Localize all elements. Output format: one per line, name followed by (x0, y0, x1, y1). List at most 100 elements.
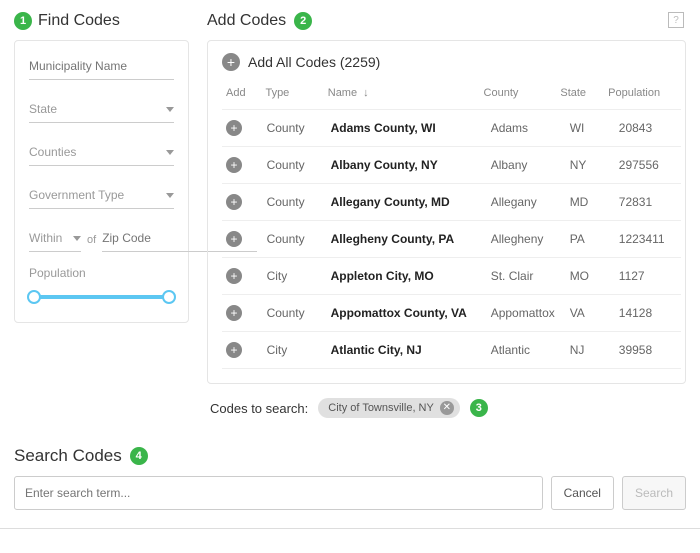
column-county[interactable]: County (480, 81, 557, 109)
table-row: +CountyAtlantic County, NJAtlanticNJ2716… (222, 369, 681, 380)
sort-arrow-down-icon: ↓ (363, 87, 369, 99)
row-state: NY (566, 147, 615, 184)
cancel-button[interactable]: Cancel (551, 476, 614, 510)
add-row-button[interactable]: + (226, 342, 242, 358)
row-type: City (263, 258, 327, 295)
row-county: Appomattox (487, 295, 566, 332)
of-label: of (87, 234, 96, 252)
row-population: 271620 (615, 369, 681, 380)
add-all-codes-button[interactable]: + Add All Codes (2259) (222, 53, 681, 71)
slider-track (29, 295, 174, 299)
table-row: + CityAtlantic City, NJAtlanticNJ39958 (222, 332, 681, 369)
government-type-label: Government Type (29, 188, 124, 202)
row-population: 1127 (615, 258, 681, 295)
slider-handle-min[interactable] (27, 290, 41, 304)
row-type: County (263, 184, 327, 221)
row-type: City (263, 332, 327, 369)
search-codes-title: Search Codes (14, 446, 122, 466)
row-population: 39958 (615, 332, 681, 369)
row-name[interactable]: Allegany County, MD (327, 184, 487, 221)
row-county: Atlantic (487, 369, 566, 380)
row-type: County (263, 110, 327, 147)
search-button[interactable]: Search (622, 476, 686, 510)
municipality-name-input[interactable] (29, 55, 174, 80)
codes-to-search-label: Codes to search: (210, 401, 308, 416)
row-population: 297556 (615, 147, 681, 184)
table-row: +CityAppleton City, MOSt. ClairMO1127 (222, 258, 681, 295)
add-all-codes-label: Add All Codes (2259) (248, 54, 380, 70)
chip-label: City of Townsville, NY (328, 402, 434, 414)
add-row-button[interactable]: + (226, 231, 242, 247)
add-row-button[interactable]: + (226, 120, 242, 136)
row-county: Allegany (487, 184, 566, 221)
chevron-down-icon (166, 193, 174, 198)
state-select[interactable]: State (29, 98, 174, 123)
add-row-button[interactable]: + (226, 268, 242, 284)
step-badge-3: 3 (470, 399, 488, 417)
step-badge-4: 4 (130, 447, 148, 465)
codes-to-search-row: Codes to search: City of Townsville, NY ✕… (210, 398, 700, 418)
add-row-button[interactable]: + (226, 194, 242, 210)
row-name[interactable]: Adams County, WI (327, 110, 487, 147)
column-name[interactable]: Name ↓ (324, 81, 480, 109)
row-name[interactable]: Atlantic County, NJ (327, 369, 487, 380)
step-badge-1: 1 (14, 12, 32, 30)
row-county: Adams (487, 110, 566, 147)
row-state: MO (566, 258, 615, 295)
codes-table-body[interactable]: +CountyAdams County, WIAdamsWI20843+Coun… (222, 109, 681, 379)
row-type: County (263, 147, 327, 184)
plus-icon: + (222, 53, 240, 71)
row-name[interactable]: Albany County, NY (327, 147, 487, 184)
row-county: Atlantic (487, 332, 566, 369)
within-select[interactable]: Within (29, 227, 81, 252)
row-state: MD (566, 184, 615, 221)
within-label: Within (29, 231, 62, 245)
row-population: 72831 (615, 184, 681, 221)
table-row: + CountyAlbany County, NYAlbanyNY297556 (222, 147, 681, 184)
row-state: NJ (566, 369, 615, 380)
table-row: +CountyAllegheny County, PAAlleghenyPA12… (222, 221, 681, 258)
selected-code-chip: City of Townsville, NY ✕ (318, 398, 460, 418)
row-population: 14128 (615, 295, 681, 332)
counties-select[interactable]: Counties (29, 141, 174, 166)
row-name[interactable]: Appleton City, MO (327, 258, 487, 295)
column-name-label: Name (328, 87, 357, 99)
find-codes-title: Find Codes (38, 12, 120, 30)
state-select-label: State (29, 102, 57, 116)
search-input[interactable] (14, 476, 543, 510)
footer-divider (0, 528, 700, 529)
row-state: VA (566, 295, 615, 332)
counties-select-label: Counties (29, 145, 76, 159)
row-county: Albany (487, 147, 566, 184)
add-codes-title: Add Codes (207, 12, 286, 30)
row-type: County (263, 369, 327, 380)
row-name[interactable]: Appomattox County, VA (327, 295, 487, 332)
row-population: 20843 (615, 110, 681, 147)
help-icon[interactable]: ? (668, 12, 684, 28)
row-type: County (263, 295, 327, 332)
add-row-button[interactable]: + (226, 305, 242, 321)
population-label: Population (29, 266, 174, 280)
government-type-select[interactable]: Government Type (29, 184, 174, 209)
add-codes-panel: ? Add Codes 2 + Add All Codes (2259) Add… (207, 12, 686, 384)
table-row: + CountyAllegany County, MDAlleganyMD7283… (222, 184, 681, 221)
chip-remove-icon[interactable]: ✕ (440, 401, 454, 415)
row-state: WI (566, 110, 615, 147)
row-name[interactable]: Allegheny County, PA (327, 221, 487, 258)
table-row: + CountyAppomattox County, VAAppomattoxVA… (222, 295, 681, 332)
table-row: + CountyAdams County, WIAdamsWI20843 (222, 110, 681, 147)
add-row-button[interactable]: + (226, 157, 242, 173)
column-add: Add (222, 81, 261, 109)
population-slider[interactable] (29, 290, 174, 304)
row-name[interactable]: Atlantic City, NJ (327, 332, 487, 369)
row-state: PA (566, 221, 615, 258)
chevron-down-icon (166, 107, 174, 112)
row-population: 1223411 (615, 221, 681, 258)
find-codes-panel: 1 Find Codes State Counties G (14, 12, 189, 384)
slider-handle-max[interactable] (162, 290, 176, 304)
column-type[interactable]: Type (261, 81, 323, 109)
row-state: NJ (566, 332, 615, 369)
column-state[interactable]: State (556, 81, 604, 109)
chevron-down-icon (166, 150, 174, 155)
column-population[interactable]: Population (604, 81, 668, 109)
